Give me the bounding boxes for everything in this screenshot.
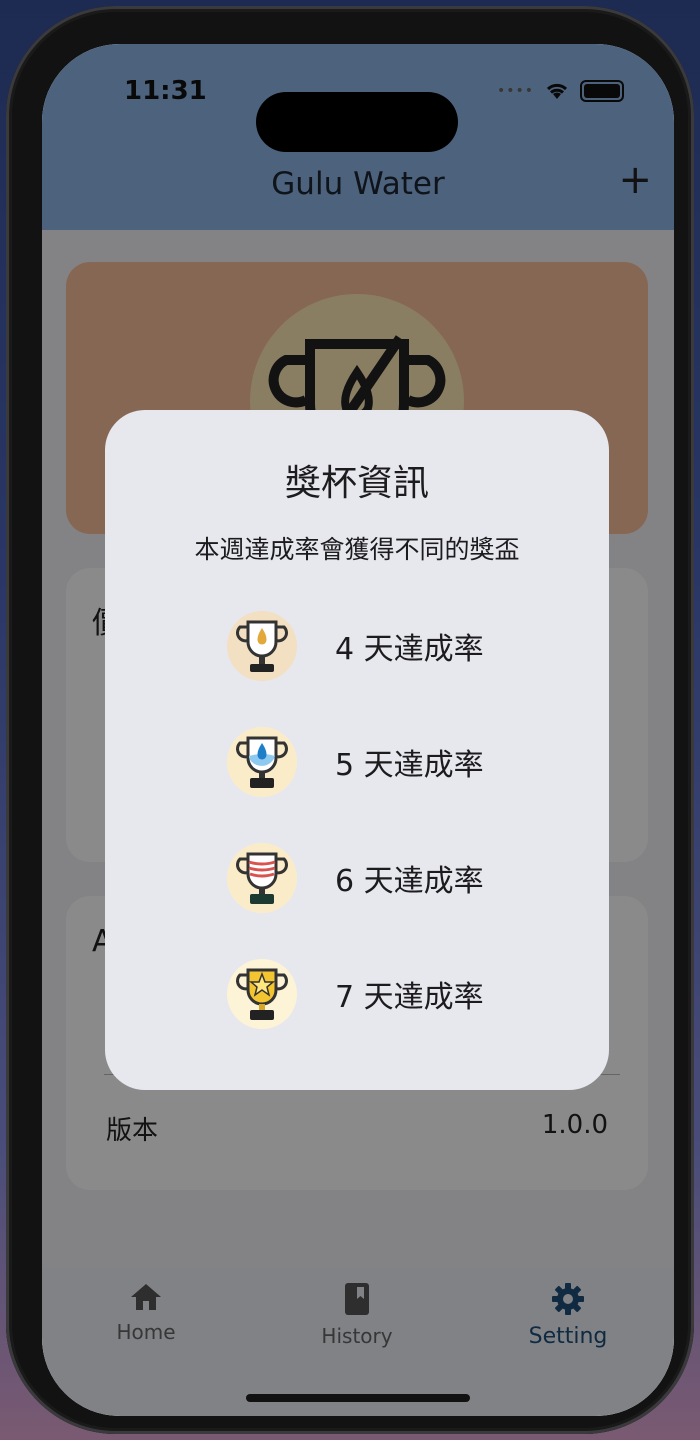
dialog-subtitle: 本週達成率會獲得不同的獎盃 (194, 535, 520, 564)
home-indicator (246, 1394, 470, 1402)
award-row: 6 天達成率 (227, 842, 484, 914)
award-label: 7 天達成率 (335, 980, 484, 1015)
trophy-drop-icon (227, 611, 297, 681)
award-row: 4 天達成率 (227, 610, 484, 682)
trophy-info-dialog: 獎杯資訊 本週達成率會獲得不同的獎盃 4 天達成率 5 天達成率 6 天達成率 … (105, 410, 609, 1090)
phone-frame: 11:31 •••• Gulu Water + A 版本 1.0.0 Home … (6, 6, 694, 1434)
award-row: 5 天達成率 (227, 726, 484, 798)
award-label: 4 天達成率 (335, 632, 484, 667)
award-label: 5 天達成率 (335, 748, 484, 783)
trophy-star-icon (227, 959, 297, 1029)
dialog-title: 獎杯資訊 (284, 463, 429, 504)
screen: 11:31 •••• Gulu Water + A 版本 1.0.0 Home … (42, 44, 674, 1416)
award-row: 7 天達成率 (227, 958, 484, 1030)
trophy-wave-icon (227, 843, 297, 913)
award-label: 6 天達成率 (335, 864, 484, 899)
trophy-water-icon (227, 727, 297, 797)
